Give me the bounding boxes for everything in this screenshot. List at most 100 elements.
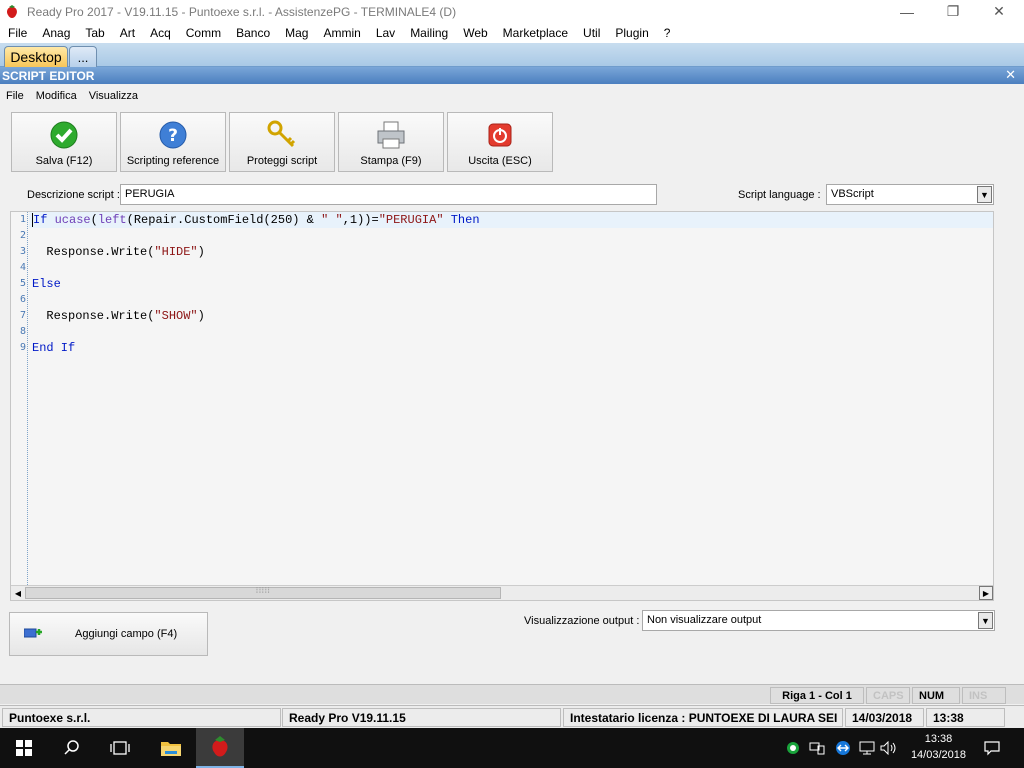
print-button[interactable]: Stampa (F9) <box>338 112 444 172</box>
taskbar-date: 14/03/2018 <box>910 749 966 761</box>
tray-app-icon[interactable] <box>784 728 802 768</box>
protect-script-label: Proteggi script <box>246 155 318 167</box>
ready-pro-taskbar-icon[interactable] <box>196 728 244 768</box>
description-field[interactable]: PERUGIA <box>120 184 657 205</box>
language-value: VBScript <box>831 188 874 200</box>
menu-tab[interactable]: Tab <box>77 26 111 40</box>
panel-title: SCRIPT EDITOR <box>2 68 95 83</box>
menu-web[interactable]: Web <box>455 26 494 40</box>
company-name: Puntoexe s.r.l. <box>2 708 281 727</box>
chevron-down-icon[interactable]: ▼ <box>978 612 993 629</box>
power-icon <box>484 119 516 151</box>
file-explorer-icon[interactable] <box>148 728 194 768</box>
volume-icon[interactable] <box>878 728 900 768</box>
num-indicator: NUM <box>912 687 960 704</box>
line-number-gutter: 1 2 3 4 5 6 7 8 9 <box>11 212 28 585</box>
code-line-7: Response.Write("SHOW") <box>32 309 205 323</box>
language-select[interactable]: VBScript ▼ <box>826 184 994 205</box>
menu-help[interactable]: ? <box>656 26 678 40</box>
taskbar: 13:38 14/03/2018 <box>0 728 1024 768</box>
printer-icon <box>375 119 407 151</box>
scroll-left-icon[interactable]: ◀ <box>11 586 25 600</box>
cursor-position: Riga 1 - Col 1 <box>770 687 864 704</box>
taskbar-time: 13:38 <box>924 733 953 745</box>
line-number: 7 <box>19 310 26 321</box>
menu-mag[interactable]: Mag <box>277 26 315 40</box>
app-status-bar: Puntoexe s.r.l. Ready Pro V19.11.15 Inte… <box>0 705 1024 728</box>
menu-art[interactable]: Art <box>112 26 142 40</box>
output-label: Visualizzazione output : <box>524 615 640 627</box>
editor-menu-visualizza[interactable]: Visualizza <box>83 90 144 102</box>
minimize-button[interactable]: — <box>884 0 930 23</box>
horizontal-scrollbar[interactable]: ◀ ⁞⁞⁞⁞⁞ ▶ <box>11 585 993 600</box>
line-number: 6 <box>19 294 26 305</box>
document-tab-strip: Desktop ... <box>0 43 1024 67</box>
line-number: 1 <box>19 214 26 225</box>
app-window: Ready Pro 2017 - V19.11.15 - Puntoexe s.… <box>0 0 1024 728</box>
code-line-5: Else <box>32 277 61 291</box>
scripting-reference-button[interactable]: ? Scripting reference <box>120 112 226 172</box>
menu-comm[interactable]: Comm <box>178 26 228 40</box>
scroll-grip-icon: ⁞⁞⁞⁞⁞ <box>256 588 271 595</box>
menu-acq[interactable]: Acq <box>142 26 178 40</box>
menu-file[interactable]: File <box>0 26 34 40</box>
output-value: Non visualizzare output <box>647 614 762 626</box>
code-line-9: End If <box>32 341 76 355</box>
menu-anag[interactable]: Anag <box>34 26 77 40</box>
menu-banco[interactable]: Banco <box>228 26 277 40</box>
add-field-icon <box>24 628 42 638</box>
line-number: 9 <box>19 342 26 353</box>
code-editor[interactable]: 1 2 3 4 5 6 7 8 9 If ucase(left(Repair.C… <box>10 211 994 601</box>
taskbar-clock[interactable]: 13:38 14/03/2018 <box>911 731 966 763</box>
line-number: 3 <box>19 246 26 257</box>
key-icon <box>266 119 298 151</box>
chevron-down-icon[interactable]: ▼ <box>977 186 992 203</box>
add-field-label: Aggiungi campo (F4) <box>75 628 178 640</box>
status-time: 13:38 <box>926 708 1005 727</box>
line-number: 2 <box>19 230 26 241</box>
scripting-reference-label: Scripting reference <box>126 155 220 167</box>
menu-plugin[interactable]: Plugin <box>607 26 655 40</box>
tab-desktop[interactable]: Desktop <box>4 46 68 67</box>
line-number: 5 <box>19 278 26 289</box>
code-line-3: Response.Write("HIDE") <box>32 245 205 259</box>
menu-util[interactable]: Util <box>575 26 607 40</box>
network-icon[interactable] <box>856 728 878 768</box>
menu-lav[interactable]: Lav <box>368 26 402 40</box>
status-date: 14/03/2018 <box>845 708 924 727</box>
search-icon[interactable] <box>48 728 96 768</box>
editor-menu-modifica[interactable]: Modifica <box>30 90 83 102</box>
title-bar: Ready Pro 2017 - V19.11.15 - Puntoexe s.… <box>0 0 1024 23</box>
line-number: 4 <box>19 262 26 273</box>
tab-more[interactable]: ... <box>69 46 97 67</box>
language-label: Script language : <box>738 189 821 201</box>
scroll-right-icon[interactable]: ▶ <box>979 586 993 600</box>
main-menu-bar: File Anag Tab Art Acq Comm Banco Mag Amm… <box>0 23 1024 43</box>
teamviewer-icon[interactable] <box>832 728 854 768</box>
license-holder: Intestatario licenza : PUNTOEXE DI LAURA… <box>563 708 843 727</box>
save-label: Salva (F12) <box>35 155 93 167</box>
output-select[interactable]: Non visualizzare output ▼ <box>642 610 995 631</box>
notification-icon[interactable] <box>978 728 1006 768</box>
save-button[interactable]: Salva (F12) <box>11 112 117 172</box>
protect-script-button[interactable]: Proteggi script <box>229 112 335 172</box>
task-view-icon[interactable] <box>96 728 144 768</box>
panel-close-icon[interactable]: ✕ <box>1005 67 1016 83</box>
menu-ammin[interactable]: Ammin <box>315 26 367 40</box>
add-field-button[interactable]: Aggiungi campo (F4) <box>9 612 208 656</box>
maximize-button[interactable]: ❐ <box>930 0 976 23</box>
editor-menu-file[interactable]: File <box>0 90 30 102</box>
line-number: 8 <box>19 326 26 337</box>
close-button[interactable]: ✕ <box>976 0 1022 23</box>
print-label: Stampa (F9) <box>360 155 422 167</box>
menu-mailing[interactable]: Mailing <box>402 26 455 40</box>
menu-marketplace[interactable]: Marketplace <box>495 26 575 40</box>
version-info: Ready Pro V19.11.15 <box>282 708 561 727</box>
help-icon: ? <box>157 119 189 151</box>
check-icon <box>48 119 80 151</box>
exit-button[interactable]: Uscita (ESC) <box>447 112 553 172</box>
network-share-icon[interactable] <box>806 728 828 768</box>
code-line-1: If ucase(left(Repair.CustomField(250) & … <box>32 212 480 227</box>
windows-start-icon[interactable] <box>0 728 48 768</box>
strawberry-app-icon <box>7 4 17 18</box>
